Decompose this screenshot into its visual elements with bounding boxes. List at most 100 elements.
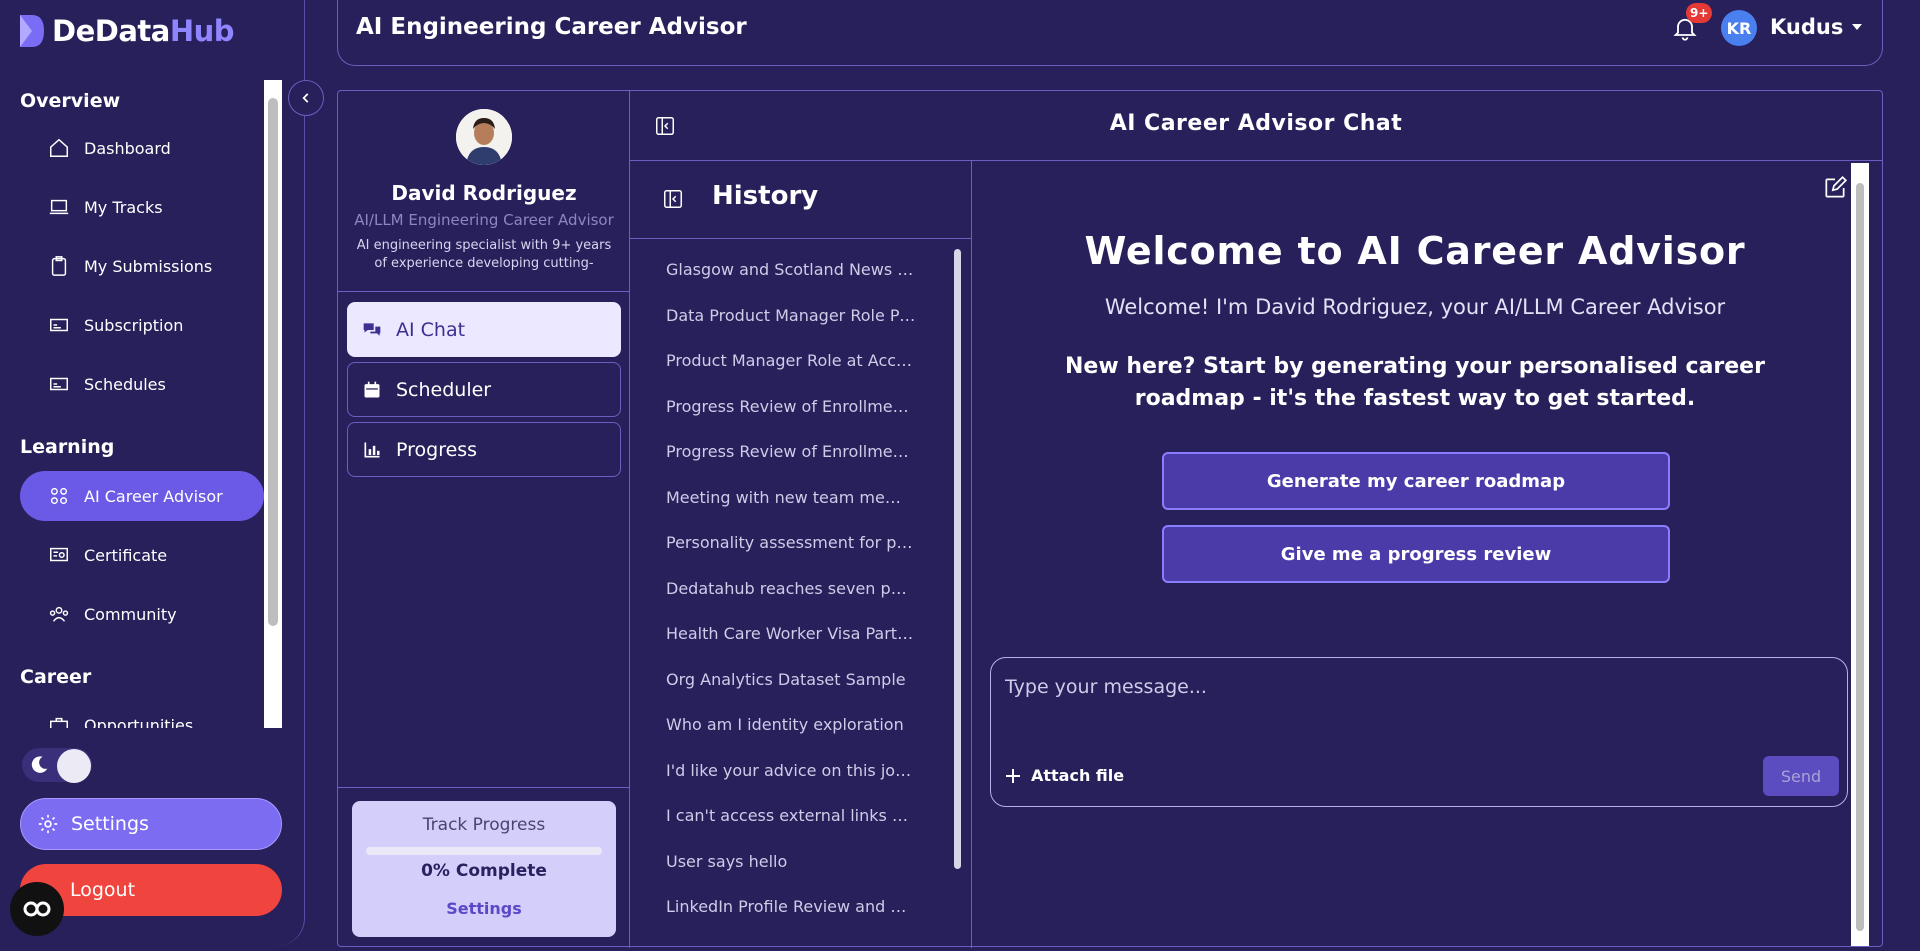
- advisor-role: AI/LLM Engineering Career Advisor: [354, 211, 614, 229]
- divider: [338, 787, 630, 788]
- chat-body: Welcome to AI Career Advisor Welcome! I'…: [972, 161, 1882, 948]
- certificate-icon: [50, 547, 68, 562]
- history-item[interactable]: Glasgow and Scotland News Today: [666, 260, 916, 279]
- laptop-icon: [49, 199, 69, 215]
- community-icon: [49, 606, 69, 622]
- advisor-menu-label: AI Chat: [396, 318, 466, 341]
- history-item[interactable]: User says hello: [666, 852, 916, 871]
- history-item[interactable]: Personality assessment for professionals: [666, 533, 916, 552]
- history-item[interactable]: LinkedIn Profile Review and Optimization: [666, 897, 916, 916]
- divider: [338, 291, 630, 292]
- sidebar-item-my-submissions[interactable]: My Submissions: [20, 241, 264, 291]
- edit-icon[interactable]: [1822, 175, 1848, 201]
- advisor-description: AI engineering specialist with 9+ years …: [356, 238, 612, 271]
- section-title-learning: Learning: [20, 436, 115, 458]
- track-progress-title: Track Progress: [422, 815, 546, 835]
- sidebar-item-subscription[interactable]: Subscription: [20, 300, 264, 350]
- main-panel: David Rodriguez AI/LLM Engineering Caree…: [337, 90, 1883, 948]
- history-item[interactable]: Progress Review of Enrollment Tracks: [666, 397, 916, 416]
- settings-button[interactable]: Settings: [20, 798, 282, 850]
- chat-bubbles-icon: [363, 322, 381, 336]
- sidebar-item-label: Opportunities: [84, 715, 194, 729]
- sidebar-item-label: Subscription: [84, 315, 184, 335]
- theme-toggle[interactable]: [22, 748, 92, 783]
- chat-header: AI Career Advisor Chat: [630, 91, 1882, 161]
- moon-icon: [31, 756, 48, 773]
- history-item[interactable]: Progress Review of Enrollment Status: [666, 442, 916, 461]
- sidebar-item-label: My Submissions: [84, 256, 213, 276]
- attach-file-button[interactable]: Attach file: [1005, 766, 1124, 785]
- chat-support-button[interactable]: [10, 882, 64, 936]
- clipboard-icon: [51, 256, 67, 276]
- home-icon: [50, 138, 68, 157]
- sidebar-item-schedules[interactable]: Schedules: [20, 359, 264, 409]
- history-item[interactable]: Health Care Worker Visa Partnership: [666, 624, 916, 643]
- card-icon: [50, 377, 68, 391]
- sidebar-item-community[interactable]: Community: [20, 589, 264, 639]
- history-item[interactable]: Who am I identity exploration: [666, 715, 916, 734]
- plus-icon: [1006, 768, 1020, 783]
- sidebar: DeDataHub Overview Dashboard My Tracks M…: [0, 0, 305, 946]
- sidebar-item-opportunities[interactable]: Opportunities: [20, 700, 264, 728]
- sidebar-item-my-tracks[interactable]: My Tracks: [20, 182, 264, 232]
- advisor-menu-progress[interactable]: Progress: [347, 422, 621, 477]
- sidebar-item-label: Dashboard: [84, 138, 171, 158]
- history-item[interactable]: Meeting with new team members: [666, 488, 916, 507]
- advisor-avatar: [456, 109, 512, 165]
- welcome-title: Welcome to AI Career Advisor: [1084, 229, 1746, 273]
- chat-scrollbar-thumb[interactable]: [1856, 183, 1864, 931]
- advisor-menu-ai-chat[interactable]: AI Chat: [347, 302, 621, 357]
- user-name[interactable]: Kudus: [1770, 15, 1843, 39]
- user-avatar[interactable]: KR: [1721, 10, 1757, 46]
- section-title-overview: Overview: [20, 90, 121, 112]
- brand-logo[interactable]: DeDataHub: [18, 10, 235, 52]
- page-title: AI Engineering Career Advisor: [356, 14, 747, 40]
- logout-label: Logout: [70, 879, 136, 901]
- history-header: History: [630, 161, 972, 239]
- history-item[interactable]: Org Analytics Dataset Sample: [666, 670, 916, 689]
- section-title-career: Career: [20, 666, 92, 688]
- message-input[interactable]: [1005, 672, 1825, 702]
- sidebar-item-label: My Tracks: [84, 197, 163, 217]
- card-icon: [50, 318, 68, 332]
- sidebar-item-certificate[interactable]: Certificate: [20, 530, 264, 580]
- bar-chart-icon: [364, 442, 380, 457]
- sidebar-item-ai-career-advisor[interactable]: AI Career Advisor: [20, 471, 264, 521]
- top-header: AI Engineering Career Advisor 9+ KR Kudu…: [337, 0, 1883, 66]
- send-button[interactable]: Send: [1763, 756, 1839, 796]
- chevron-down-icon[interactable]: [1852, 24, 1862, 30]
- history-item[interactable]: Data Product Manager Role Preparation: [666, 306, 916, 325]
- sidebar-item-label: Schedules: [84, 374, 166, 394]
- history-item[interactable]: Product Manager Role at Accenture: [666, 351, 916, 370]
- history-item[interactable]: I can't access external links or files: [666, 806, 916, 825]
- track-progress-percent: 0% Complete: [421, 861, 547, 881]
- theme-toggle-knob: [57, 749, 91, 783]
- sidebar-collapse-button[interactable]: [288, 80, 324, 116]
- history-scrollbar[interactable]: [954, 249, 961, 869]
- notification-badge: 9+: [1686, 3, 1713, 23]
- sidebar-scrollbar-thumb[interactable]: [268, 98, 278, 626]
- history-collapse-icon[interactable]: [662, 188, 684, 210]
- chevron-left-icon: [302, 93, 309, 103]
- generate-roadmap-button[interactable]: Generate my career roadmap: [1162, 452, 1670, 510]
- advisor-menu-label: Scheduler: [396, 378, 492, 401]
- advisor-menu-scheduler[interactable]: Scheduler: [347, 362, 621, 417]
- brand-name: DeDataHub: [52, 14, 235, 48]
- logo-mark-icon: [20, 15, 44, 47]
- history-title: History: [712, 181, 819, 211]
- chat-title: AI Career Advisor Chat: [1109, 111, 1403, 136]
- sidebar-item-label: AI Career Advisor: [84, 486, 223, 506]
- track-progress-card: Track Progress 0% Complete Settings: [352, 801, 616, 937]
- progress-review-button[interactable]: Give me a progress review: [1162, 525, 1670, 583]
- history-item[interactable]: Dedatahub reaches seven partners: [666, 579, 916, 598]
- briefcase-icon: [50, 717, 68, 728]
- calendar-icon: [364, 381, 380, 397]
- message-composer: Attach file Send: [990, 657, 1848, 807]
- advisor-name: David Rodriguez: [391, 181, 577, 205]
- sidebar-item-dashboard[interactable]: Dashboard: [20, 123, 264, 173]
- history-item[interactable]: I'd like your advice on this job offer: [666, 761, 916, 780]
- support-chat-icon: [23, 901, 51, 917]
- advisor-photo: [456, 109, 512, 165]
- track-settings-link[interactable]: Settings: [352, 899, 616, 918]
- settings-label: Settings: [71, 813, 149, 835]
